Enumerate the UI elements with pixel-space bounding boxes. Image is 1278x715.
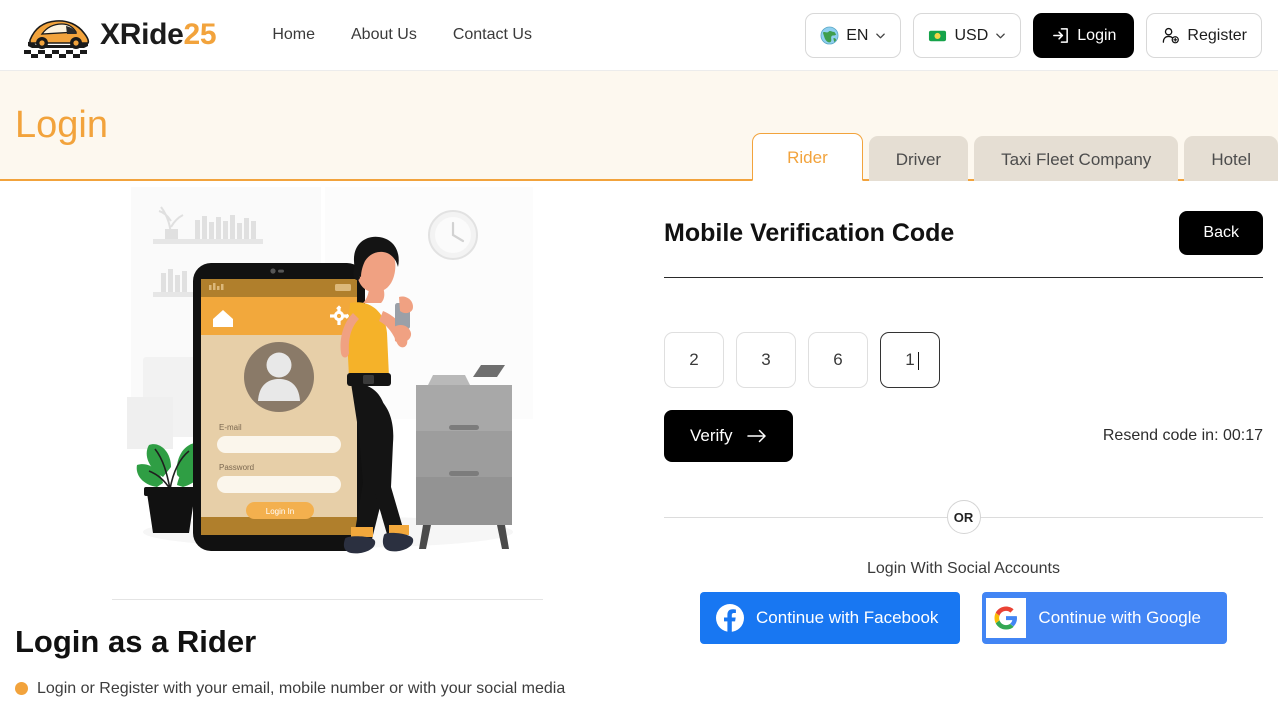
logo[interactable]: XRide25 [22, 12, 217, 58]
otp-digit-4[interactable]: 1 [880, 332, 940, 388]
otp-digit-3[interactable]: 6 [808, 332, 868, 388]
site-header: XRide25 Home About Us Contact Us EN USD [0, 0, 1278, 71]
google-login-button[interactable]: Continue with Google [982, 592, 1227, 644]
or-divider: OR [664, 500, 1263, 534]
left-divider [112, 599, 543, 600]
form-divider [664, 277, 1263, 278]
language-selector[interactable]: EN [805, 13, 902, 58]
form-title: Mobile Verification Code [664, 218, 955, 247]
otp-digit-2[interactable]: 3 [736, 332, 796, 388]
tab-driver[interactable]: Driver [868, 136, 969, 181]
back-button[interactable]: Back [1179, 211, 1263, 255]
google-login-label: Continue with Google [1038, 608, 1201, 627]
facebook-login-label: Continue with Facebook [756, 608, 939, 627]
filing-cabinet [415, 365, 512, 549]
verify-button[interactable]: Verify [664, 410, 793, 462]
social-buttons: Continue with Facebook Continue with Goo… [664, 592, 1263, 644]
nav-item-home[interactable]: Home [254, 20, 333, 50]
facebook-icon [716, 604, 745, 632]
otp-input-group: 2 3 6 1 [664, 332, 1263, 388]
login-button[interactable]: Login [1033, 13, 1135, 58]
chevron-down-icon [996, 33, 1006, 39]
bullet-icon [15, 682, 28, 695]
list-item: Login or Register with your email, mobil… [15, 678, 655, 700]
mobile-login-illustration: E-mail Password Login In [122, 187, 533, 554]
page-content: E-mail Password Login In Login as a Ride… [0, 181, 1278, 715]
main-nav: Home About Us Contact Us [254, 20, 550, 50]
language-label: EN [846, 26, 869, 44]
google-icon-container [986, 598, 1027, 638]
nav-item-contact-us[interactable]: Contact Us [435, 20, 550, 50]
chevron-down-icon [876, 33, 886, 39]
header-actions: EN USD Login Register [805, 13, 1262, 58]
list-item-label: Login or Register with your email, mobil… [37, 680, 566, 697]
logo-text-accent: 25 [183, 18, 217, 51]
verify-row: Verify Resend code in: 00:17 [664, 410, 1263, 462]
resend-timer: Resend code in: 00:17 [1102, 427, 1263, 444]
left-bullet-list: Login or Register with your email, mobil… [15, 678, 655, 700]
logo-text: XRide25 [100, 18, 217, 52]
google-icon [994, 606, 1018, 630]
left-heading: Login as a Rider [15, 624, 257, 659]
verification-form: Mobile Verification Code Back 2 3 6 1 Ve… [655, 181, 1278, 715]
phone-device: E-mail Password Login In [192, 263, 365, 551]
nav-item-about-us[interactable]: About Us [333, 20, 435, 50]
tab-rider[interactable]: Rider [752, 133, 863, 181]
login-label: Login [1077, 26, 1117, 44]
tab-hotel[interactable]: Hotel [1184, 136, 1278, 181]
currency-label: USD [954, 26, 989, 44]
page-title: Login [15, 103, 108, 146]
form-header: Mobile Verification Code Back [664, 211, 1263, 255]
logo-text-main: XRide [100, 18, 184, 51]
phone-password-label: Password [219, 463, 254, 472]
verify-label: Verify [690, 426, 733, 445]
user-plus-icon [1163, 27, 1180, 44]
social-heading: Login With Social Accounts [867, 560, 1060, 577]
banknote-icon [929, 30, 947, 42]
role-tabs: Rider Driver Taxi Fleet Company Hotel [752, 133, 1278, 181]
globe-icon [820, 26, 839, 45]
or-label: OR [946, 500, 981, 534]
currency-selector[interactable]: USD [913, 13, 1022, 58]
login-arrow-icon [1053, 28, 1069, 43]
facebook-login-button[interactable]: Continue with Facebook [700, 592, 961, 644]
car-icon [24, 20, 90, 58]
phone-login-button-label: Login In [265, 507, 293, 516]
phone-email-label: E-mail [219, 423, 242, 432]
otp-digit-1[interactable]: 2 [664, 332, 724, 388]
register-label: Register [1187, 26, 1247, 44]
register-button[interactable]: Register [1146, 13, 1262, 58]
arrow-right-icon [746, 429, 766, 443]
page-banner: Login Rider Driver Taxi Fleet Company Ho… [0, 71, 1278, 181]
left-column: E-mail Password Login In Login as a Ride… [0, 181, 655, 715]
tab-taxi-fleet-company[interactable]: Taxi Fleet Company [974, 136, 1179, 181]
